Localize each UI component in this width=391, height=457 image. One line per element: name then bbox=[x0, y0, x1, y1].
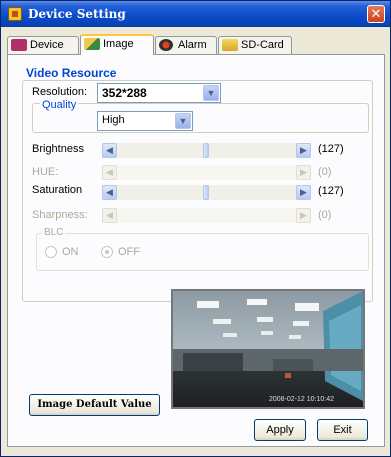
sharpness-value: (0) bbox=[318, 209, 332, 221]
blc-off-radio[interactable] bbox=[101, 246, 113, 258]
saturation-slider[interactable]: ◀ ▶ bbox=[102, 185, 311, 200]
blc-group bbox=[36, 233, 369, 271]
arrow-left-icon[interactable]: ◀ bbox=[102, 165, 117, 180]
tab-label: Alarm bbox=[178, 39, 207, 51]
camera-preview: 2008-02-12 10:10:42 bbox=[171, 289, 365, 409]
arrow-right-icon[interactable]: ▶ bbox=[296, 185, 311, 200]
camera-preview-image: 2008-02-12 10:10:42 bbox=[173, 291, 363, 407]
tab-label: Device bbox=[30, 39, 64, 51]
arrow-right-icon[interactable]: ▶ bbox=[296, 208, 311, 223]
tab-label: SD-Card bbox=[241, 39, 284, 51]
apply-button[interactable]: Apply bbox=[254, 419, 306, 441]
arrow-left-icon[interactable]: ◀ bbox=[102, 185, 117, 200]
resolution-value: 352*288 bbox=[102, 86, 147, 100]
exit-button[interactable]: Exit bbox=[317, 419, 368, 441]
device-icon bbox=[11, 39, 27, 51]
window-title: Device Setting bbox=[28, 7, 126, 21]
hue-value: (0) bbox=[318, 166, 332, 178]
resolution-label: Resolution: bbox=[32, 86, 88, 98]
sharpness-label: Sharpness: bbox=[32, 209, 88, 221]
tab-label: Image bbox=[103, 38, 134, 50]
preview-timestamp: 2008-02-12 10:10:42 bbox=[269, 396, 334, 403]
alarm-icon bbox=[159, 39, 173, 51]
arrow-left-icon[interactable]: ◀ bbox=[102, 208, 117, 223]
quality-label: Quality bbox=[40, 99, 79, 111]
sd-card-icon bbox=[222, 39, 238, 51]
image-default-value-button[interactable]: Image Default Value bbox=[29, 394, 160, 416]
blc-title: BLC bbox=[42, 227, 66, 238]
brightness-label: Brightness bbox=[32, 143, 84, 155]
saturation-label: Saturation bbox=[32, 184, 83, 196]
brightness-value: (127) bbox=[318, 143, 344, 155]
tab-sd-card[interactable]: SD-Card bbox=[218, 36, 292, 54]
blc-on-radio[interactable] bbox=[45, 246, 57, 258]
hue-label: HUE: bbox=[32, 166, 59, 178]
chevron-down-icon[interactable]: ▼ bbox=[203, 85, 219, 101]
slider-thumb[interactable] bbox=[203, 185, 209, 200]
arrow-right-icon[interactable]: ▶ bbox=[296, 165, 311, 180]
tab-device[interactable]: Device bbox=[7, 36, 79, 54]
quality-select[interactable]: High ▼ bbox=[97, 111, 193, 131]
saturation-value: (127) bbox=[318, 185, 344, 197]
blc-off-label: OFF bbox=[118, 246, 140, 258]
resolution-select[interactable]: 352*288 ▼ bbox=[97, 83, 221, 103]
tab-image[interactable]: Image bbox=[80, 34, 154, 55]
video-resource-title: Video Resource bbox=[26, 66, 117, 80]
chevron-down-icon[interactable]: ▼ bbox=[175, 113, 191, 129]
arrow-right-icon[interactable]: ▶ bbox=[296, 143, 311, 158]
app-icon bbox=[8, 7, 22, 21]
device-setting-window: Device Setting ✕ Device Image Alarm SD-C… bbox=[0, 0, 391, 457]
quality-group bbox=[32, 103, 369, 133]
blc-on-label: ON bbox=[62, 246, 79, 258]
image-icon bbox=[84, 38, 100, 50]
title-bar[interactable]: Device Setting ✕ bbox=[1, 1, 390, 27]
quality-value: High bbox=[102, 114, 125, 126]
tab-alarm[interactable]: Alarm bbox=[155, 36, 217, 54]
hue-slider[interactable]: ◀ ▶ bbox=[102, 165, 311, 180]
arrow-left-icon[interactable]: ◀ bbox=[102, 143, 117, 158]
slider-thumb[interactable] bbox=[203, 143, 209, 158]
sharpness-slider[interactable]: ◀ ▶ bbox=[102, 208, 311, 223]
close-button[interactable]: ✕ bbox=[367, 5, 385, 23]
brightness-slider[interactable]: ◀ ▶ bbox=[102, 143, 311, 158]
